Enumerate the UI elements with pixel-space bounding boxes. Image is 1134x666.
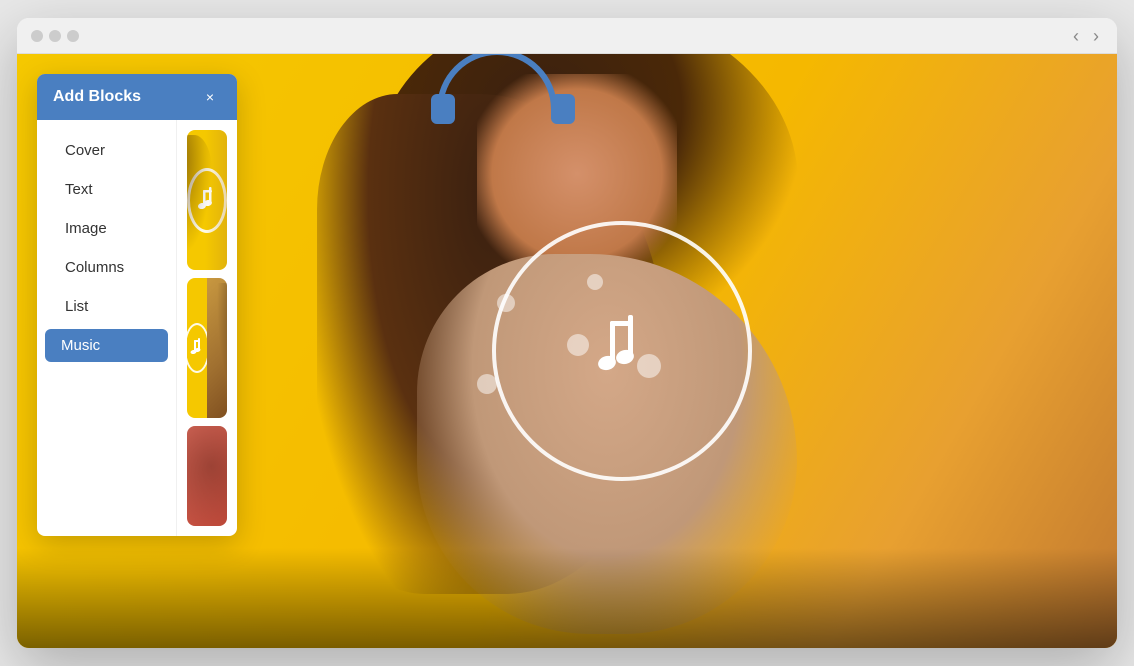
headphone-left bbox=[431, 94, 455, 124]
panel-body: Cover Text Image Columns List bbox=[37, 120, 237, 536]
thumb-3-figure bbox=[187, 426, 227, 526]
panel-header: Add Blocks × bbox=[37, 74, 237, 120]
thumb-2-right bbox=[207, 278, 227, 418]
sidebar-item-cover[interactable]: Cover bbox=[45, 132, 168, 169]
browser-back-button[interactable]: ‹ bbox=[1073, 27, 1079, 45]
sidebar-item-text[interactable]: Text bbox=[45, 171, 168, 208]
browser-dots bbox=[31, 30, 79, 42]
sidebar-item-image[interactable]: Image bbox=[45, 210, 168, 247]
browser-content: Add Blocks × Cover Text Image bbox=[17, 54, 1117, 648]
panel-navigation: Cover Text Image Columns List bbox=[37, 120, 177, 536]
browser-dot-2 bbox=[49, 30, 61, 42]
thumbnail-3[interactable] bbox=[187, 426, 227, 526]
panel-close-button[interactable]: × bbox=[199, 86, 221, 108]
music-note-svg bbox=[572, 301, 672, 401]
browser-window: ‹ › bbox=[17, 18, 1117, 648]
sidebar-item-music[interactable]: Music bbox=[45, 329, 168, 362]
add-blocks-panel: Add Blocks × Cover Text Image bbox=[37, 74, 237, 536]
thumbnail-1[interactable] bbox=[187, 130, 227, 270]
thumb-2-hair bbox=[217, 283, 227, 403]
browser-dot-1 bbox=[31, 30, 43, 42]
thumb-1-hair bbox=[187, 135, 212, 255]
browser-forward-button[interactable]: › bbox=[1093, 27, 1099, 45]
browser-nav: ‹ › bbox=[1073, 27, 1099, 45]
sidebar-item-list[interactable]: List bbox=[45, 288, 168, 325]
thumbnail-2[interactable] bbox=[187, 278, 227, 418]
music-note-overlay bbox=[492, 221, 752, 481]
thumbnails-area bbox=[177, 120, 237, 536]
thumb-2-left bbox=[187, 278, 207, 418]
browser-dot-3 bbox=[67, 30, 79, 42]
music-circle bbox=[492, 221, 752, 481]
thumb-2-music-icon bbox=[187, 337, 208, 359]
browser-titlebar: ‹ › bbox=[17, 18, 1117, 54]
thumb-3-inner bbox=[187, 426, 227, 526]
headphone-right bbox=[551, 94, 575, 124]
sidebar-item-columns[interactable]: Columns bbox=[45, 249, 168, 286]
panel-title: Add Blocks bbox=[53, 88, 141, 106]
bottom-shadow bbox=[17, 548, 1117, 648]
